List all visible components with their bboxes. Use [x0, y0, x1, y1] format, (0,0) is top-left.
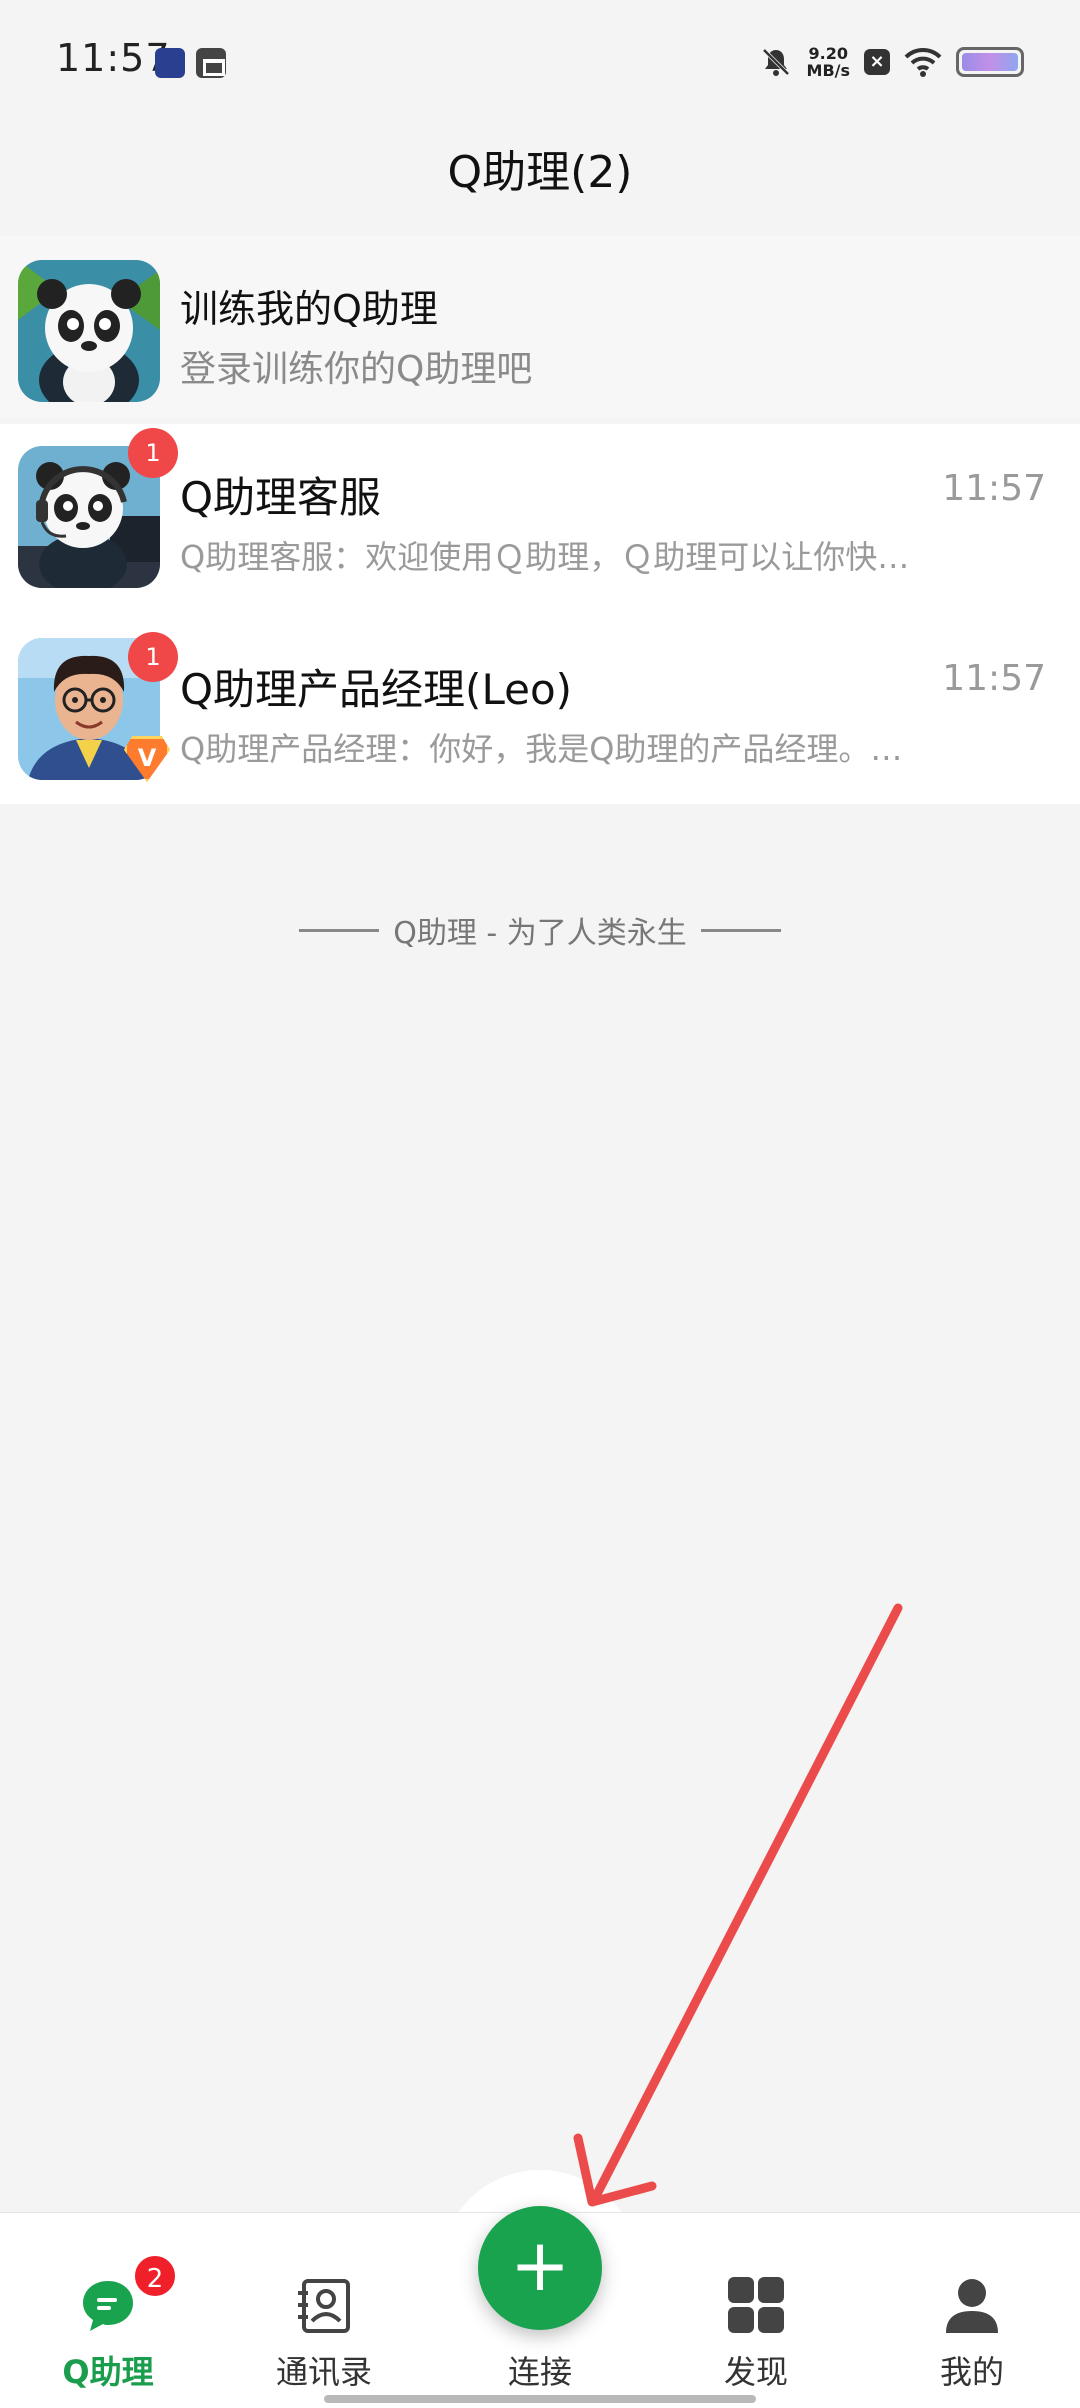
- network-speed-value: 9.20: [808, 44, 848, 63]
- mute-bell-icon: [762, 48, 789, 76]
- nav-tab-contacts[interactable]: 通讯录: [216, 2213, 432, 2408]
- nav-label: 我的: [939, 2353, 1004, 2391]
- chat-time: 11:57: [942, 468, 1046, 509]
- network-speed-unit: MB/s: [806, 61, 850, 80]
- nav-label: Q助理: [62, 2353, 154, 2391]
- battery-fill: [962, 53, 1018, 71]
- unread-badge: 1: [128, 428, 178, 478]
- chat-name: Q助理客服: [180, 473, 382, 522]
- app-notification-icon: [155, 48, 185, 78]
- avatar-panda: [18, 260, 160, 402]
- inbox-notification-icon: [196, 48, 226, 78]
- chat-preview: Q助理产品经理：你好，我是Q助理的产品经理。…: [180, 730, 903, 768]
- home-indicator[interactable]: [324, 2395, 756, 2403]
- slogan-divider-left: [299, 928, 380, 932]
- nav-label: 发现: [723, 2353, 788, 2391]
- wifi-icon: [904, 47, 942, 77]
- chat-item-product-manager[interactable]: 1 V Q助理产品经理(Leo) 11:57 Q助理产品经理：你好，我是Q助理的…: [0, 614, 1080, 804]
- nav-tab-profile[interactable]: 我的: [864, 2213, 1080, 2408]
- contacts-icon: [298, 2279, 350, 2333]
- chat-name: 训练我的Q助理: [180, 287, 438, 331]
- chat-bubble-icon: [83, 2281, 133, 2331]
- unread-badge: 1: [128, 632, 178, 682]
- nav-label: 连接: [507, 2353, 572, 2391]
- battery-icon: [956, 47, 1024, 77]
- person-icon: [946, 2279, 998, 2333]
- chat-item-customer-service[interactable]: 1 Q助理客服 11:57 Q助理客服：欢迎使用Ｑ助理，Ｑ助理可以让你快…: [0, 424, 1080, 614]
- chat-item-train-assistant[interactable]: 训练我的Q助理 登录训练你的Q助理吧: [0, 236, 1080, 418]
- page-title: Q助理(2): [447, 147, 633, 198]
- nav-badge: 2: [132, 2253, 178, 2299]
- nav-tab-discover[interactable]: 发现: [648, 2213, 864, 2408]
- slogan-text: Q助理 - 为了人类永生: [393, 916, 687, 951]
- chat-time: 11:57: [942, 658, 1046, 699]
- chat-preview: 登录训练你的Q助理吧: [180, 349, 533, 390]
- network-speed: 9.20 MB/s: [807, 45, 850, 79]
- grid-icon: [728, 2277, 784, 2333]
- slogan-divider-right: [700, 928, 781, 932]
- chat-name: Q助理产品经理(Leo): [180, 665, 573, 714]
- connect-plus-button[interactable]: +: [478, 2206, 602, 2330]
- nav-label: 通讯录: [275, 2353, 372, 2391]
- status-time: 11:57: [56, 36, 171, 80]
- chat-preview: Q助理客服：欢迎使用Ｑ助理，Ｑ助理可以让你快…: [180, 538, 910, 576]
- footer-slogan: Q助理 - 为了人类永生: [0, 908, 1080, 952]
- app-header: Q助理(2): [0, 125, 1080, 235]
- no-sim-icon: ×: [864, 49, 890, 75]
- nav-tab-assistant[interactable]: 2 Q助理: [0, 2213, 216, 2408]
- status-bar: 11:57 9.20 MB/s ×: [0, 0, 1080, 125]
- status-right-group: 9.20 MB/s ×: [759, 40, 1024, 84]
